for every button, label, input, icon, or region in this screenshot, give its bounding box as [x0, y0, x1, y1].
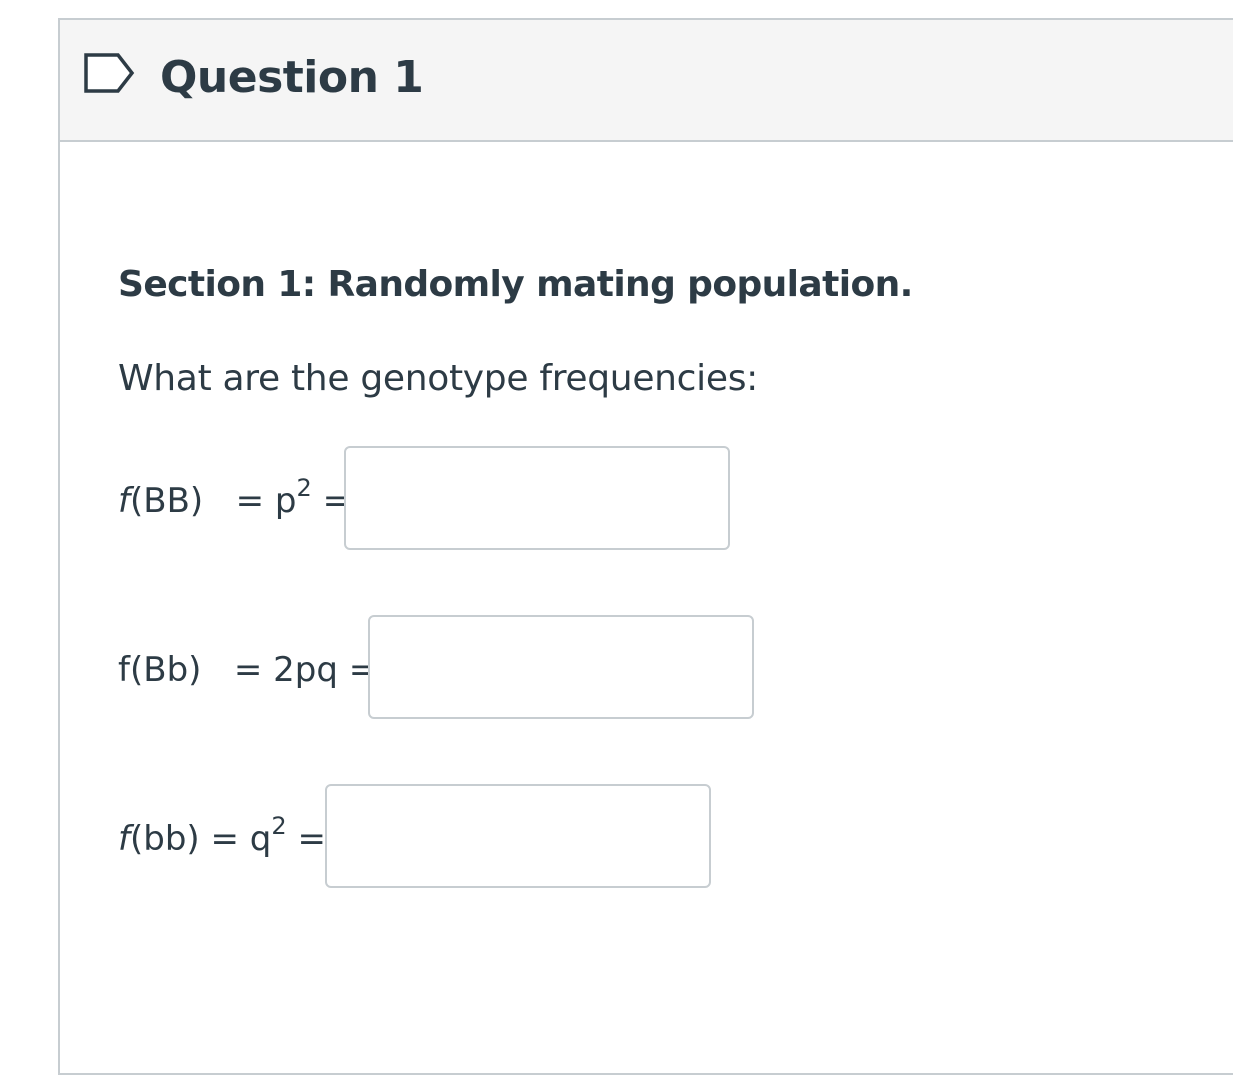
row-label: f(bb) = q2 =: [118, 812, 326, 859]
flag-question-icon[interactable]: [82, 51, 138, 95]
row-label: f(Bb) = 2pq =: [118, 650, 378, 690]
section-title: Section 1: Randomly mating population.: [118, 264, 913, 305]
question-card: Question 1 Section 1: Randomly mating po…: [58, 18, 1233, 1075]
question-prompt: What are the genotype frequencies:: [118, 358, 759, 399]
question-title: Question 1: [160, 52, 424, 103]
row-label: f(BB) = p2 =: [118, 474, 352, 521]
answer-input-BB[interactable]: [344, 446, 730, 550]
question-header: Question 1: [60, 20, 1233, 142]
answer-input-bb[interactable]: [325, 784, 711, 888]
answer-input-Bb[interactable]: [368, 615, 754, 719]
